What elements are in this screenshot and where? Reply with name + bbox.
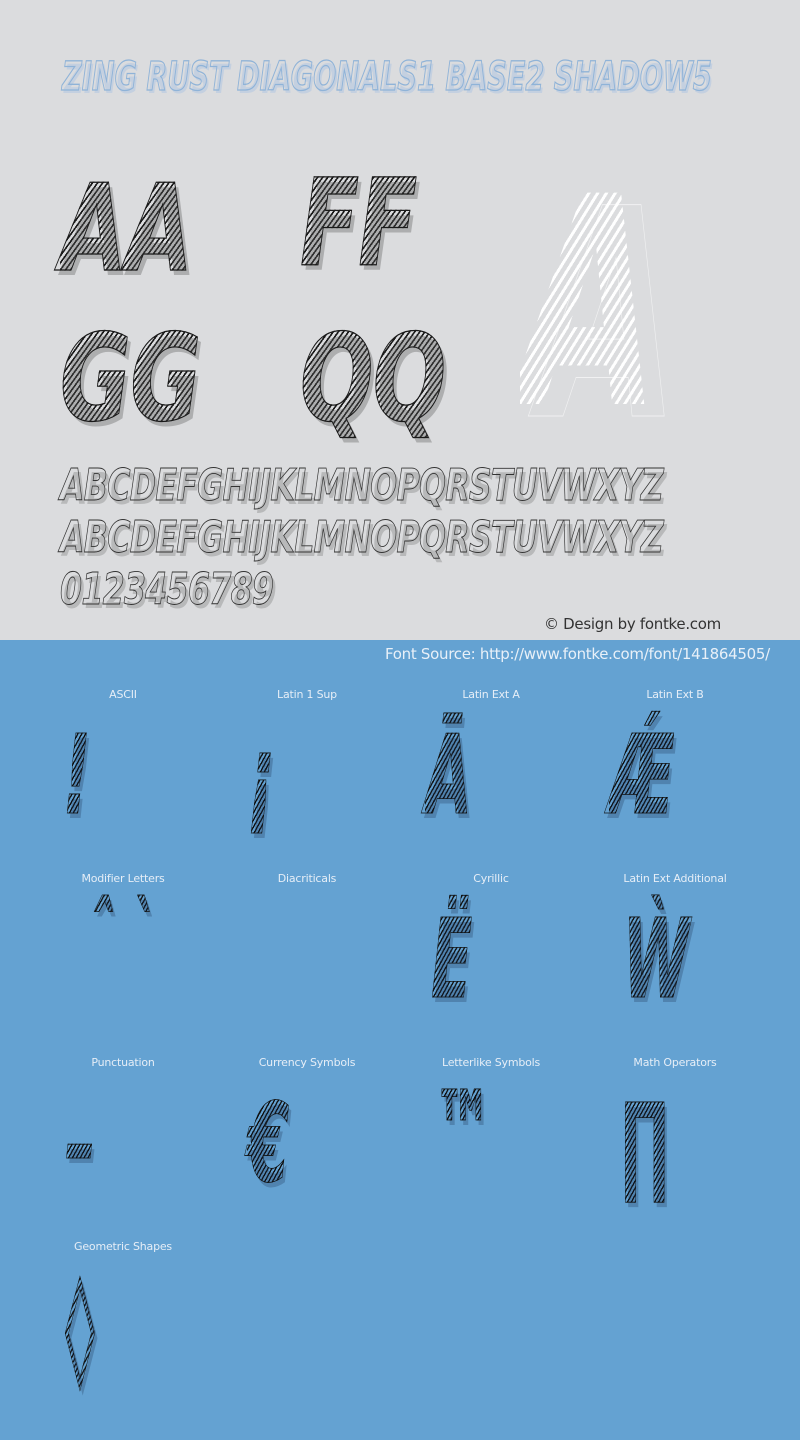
charset-label: Punctuation [91,1056,155,1069]
charset-glyph: ™ [433,1067,494,1196]
design-credit: © Design by fontke.com [544,615,721,633]
glyph-pair-aa: AA [60,160,194,299]
font-title: ZING RUST DIAGONALS1 BASE2 SHADOW5 [62,53,713,100]
charset-glyph: Ẁ [623,895,690,1024]
charset-cell-modifier-letters: Modifier Letters ˆ ˋ [31,872,215,1056]
glyph-pair-gg: GG [60,310,202,449]
glyph-pair-ff: FF [300,155,418,294]
charset-glyph: Ā [425,711,472,840]
charset-cell-latin-1-sup: Latin 1 Sup ¡ [215,688,399,872]
charset-cell-latin-ext-b: Latin Ext B Ǽ [583,688,767,872]
charset-glyph: Ǽ [609,711,675,840]
charset-glyph: Ë [431,895,473,1024]
charset-cell-punctuation: Punctuation – [31,1056,215,1240]
uppercase-sample: ABCDEFGHIJKLMNOPQRSTUVWXYZ [60,460,664,511]
charset-label: Latin Ext Additional [623,872,727,885]
charset-cell-latin-ext-additional: Latin Ext Additional Ẁ [583,872,767,1056]
digits-sample: 0123456789 [60,564,275,615]
lowercase-sample: ABCDEFGHIJKLMNOPQRSTUVWXYZ [60,512,664,563]
charset-cell-latin-ext-a: Latin Ext A Ā [399,688,583,872]
charset-cell-cyrillic: Cyrillic Ë [399,872,583,1056]
charset-glyph: ! [63,711,91,840]
charset-glyph: – [65,1079,96,1208]
charset-cell-geometric-shapes: Geometric Shapes ◊ [31,1240,215,1424]
font-source-link[interactable]: Font Source: http://www.fontke.com/font/… [385,645,770,663]
charset-label: Diacriticals [277,872,337,885]
charset-glyph: ˆ ˋ [89,872,156,1002]
charset-label: Latin Ext B [646,688,704,701]
charset-label: ASCII [109,688,137,701]
font-preview-panel: ZING RUST DIAGONALS1 BASE2 SHADOW5 AA FF… [0,0,800,640]
charset-cell-letterlike-symbols: Letterlike Symbols ™ [399,1056,583,1240]
charset-glyph: ◊ [65,1263,95,1392]
charset-label: Geometric Shapes [74,1240,172,1253]
charset-glyph: ¡ [247,711,275,840]
glyph-pair-qq: QQ [300,310,447,449]
charset-label: Latin 1 Sup [277,688,337,701]
charset-label: Cyrillic [473,872,509,885]
charset-glyph: ∏ [621,1079,669,1208]
charset-cell-currency-symbols: Currency Symbols € [215,1056,399,1240]
charset-cell-math-operators: Math Operators ∏ [583,1056,767,1240]
charset-cell-ascii: ASCII ! [31,688,215,872]
charset-label: Math Operators [633,1056,717,1069]
charset-label: Currency Symbols [258,1056,356,1069]
hero-glyph: A [520,136,660,473]
charset-glyph: € [247,1079,290,1208]
charset-cell-diacriticals: Diacriticals [215,872,399,1056]
charset-label: Latin Ext A [462,688,520,701]
